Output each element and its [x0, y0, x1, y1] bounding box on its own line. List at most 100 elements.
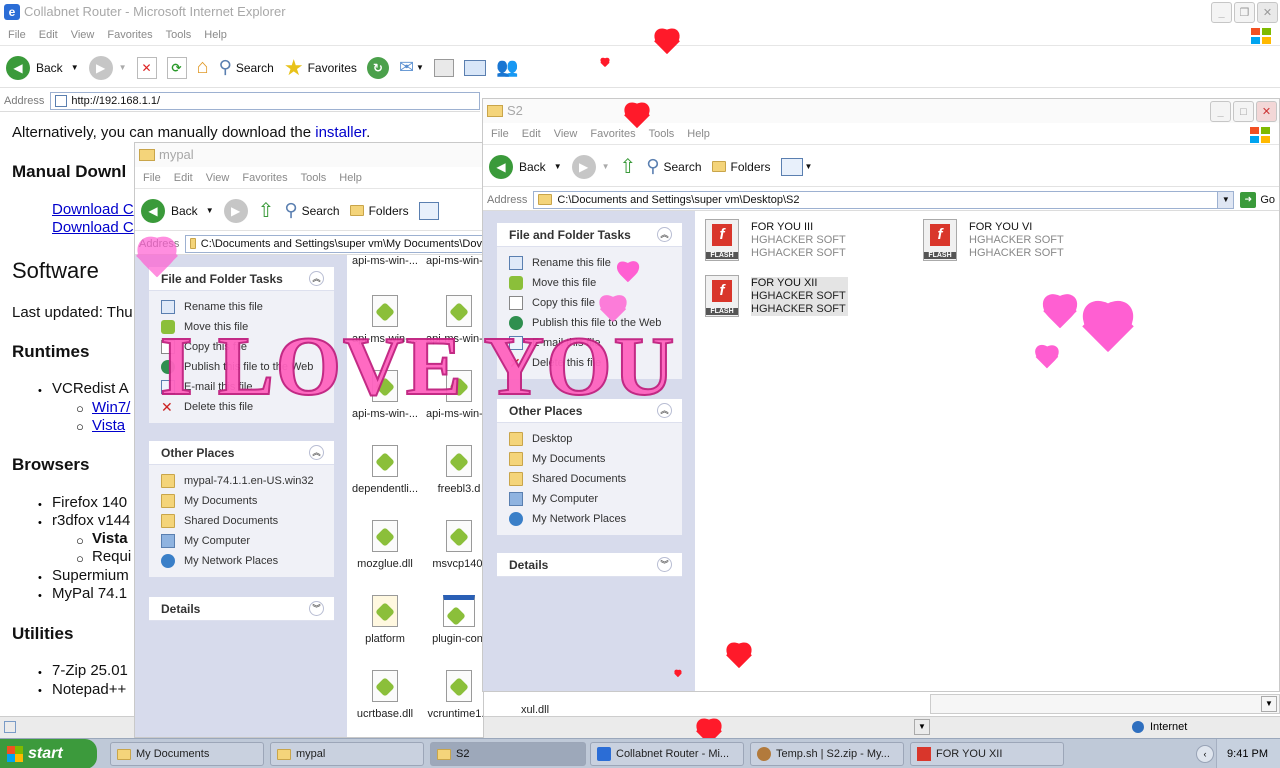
back-button[interactable]: ◀ Back ▼ — [141, 198, 214, 223]
file-item[interactable]: ucrtbase.dll — [347, 670, 423, 720]
task-rename[interactable]: Rename this file — [509, 253, 682, 273]
favorites-button[interactable]: ★ Favorites — [284, 55, 357, 81]
chevron-down-icon[interactable]: ▼ — [71, 63, 79, 72]
file-item[interactable]: mozglue.dll — [347, 520, 423, 570]
forward-button[interactable]: ▶ ▼ — [88, 55, 127, 80]
win7-link[interactable]: Win7/ — [92, 399, 130, 416]
file-item[interactable]: plugin-cont — [421, 595, 483, 645]
views-button[interactable] — [418, 201, 439, 220]
scroll-down-button[interactable]: ▼ — [1261, 696, 1277, 712]
maximize-button[interactable]: □ — [1233, 101, 1254, 122]
menu-help[interactable]: Help — [683, 128, 719, 140]
panel-header[interactable]: Details ︾ — [149, 597, 334, 621]
go-button[interactable]: ➜ Go — [1240, 191, 1275, 208]
taskbar-item-temp[interactable]: Temp.sh | S2.zip - My... — [750, 742, 904, 766]
minimize-button[interactable]: _ — [1210, 101, 1231, 122]
taskbar-item-for-you[interactable]: FOR YOU XII — [910, 742, 1064, 766]
home-button[interactable]: ⌂ — [197, 56, 209, 79]
file-item[interactable]: freebl3.d — [421, 445, 483, 495]
search-button[interactable]: ⚲ Search — [219, 57, 274, 78]
chevron-down-icon[interactable]: ▼ — [554, 162, 562, 171]
address-dropdown-button[interactable]: ▼ — [1217, 191, 1234, 208]
ie-scrollbar-h[interactable] — [930, 694, 1280, 714]
search-button[interactable]: ⚲ Search — [284, 200, 339, 221]
menu-edit[interactable]: Edit — [35, 29, 67, 41]
file-item[interactable]: platform — [347, 595, 423, 645]
close-button[interactable]: ✕ — [1256, 101, 1277, 122]
refresh-button[interactable]: ⟳ — [166, 56, 187, 79]
s2-titlebar[interactable]: S2 _ □ ✕ — [483, 99, 1279, 123]
place-my-documents[interactable]: My Documents — [509, 449, 682, 469]
menu-view[interactable]: View — [202, 172, 239, 184]
place-shared-documents[interactable]: Shared Documents — [509, 469, 682, 489]
taskbar-item-ie[interactable]: Collabnet Router - Mi... — [590, 742, 744, 766]
mail-button[interactable]: ✉ ▼ — [399, 57, 424, 78]
clock[interactable]: 9:41 PM — [1227, 748, 1268, 760]
download-link-2[interactable]: Download C — [52, 219, 134, 236]
folders-button[interactable]: Folders — [711, 160, 771, 174]
menu-help[interactable]: Help — [335, 172, 371, 184]
menu-view[interactable]: View — [67, 29, 104, 41]
panel-header[interactable]: Details ︾ — [497, 553, 682, 577]
forward-button[interactable]: ▶ ▼ — [571, 154, 610, 179]
file-item[interactable]: f FLASH FOR YOU III HGHACKER SOFT HGHACKER … — [705, 219, 905, 263]
forward-button[interactable]: ▶ — [223, 198, 248, 223]
ie-titlebar[interactable]: e Collabnet Router - Microsoft Internet … — [0, 0, 1280, 24]
start-button[interactable]: start — [0, 739, 97, 768]
tray-expand-button[interactable]: ‹ — [1196, 745, 1214, 763]
print-button[interactable] — [433, 58, 454, 77]
file-item[interactable]: api-ms-win-... — [347, 255, 423, 267]
collapse-icon[interactable]: ︽ — [657, 227, 672, 242]
menu-tools[interactable]: Tools — [297, 172, 336, 184]
mypal-titlebar[interactable]: mypal — [135, 143, 483, 167]
place-my-documents[interactable]: My Documents — [161, 491, 334, 511]
menu-view[interactable]: View — [550, 128, 587, 140]
menu-file[interactable]: File — [139, 172, 170, 184]
address-input[interactable]: C:\Documents and Settings\super vm\My Do… — [185, 234, 483, 253]
taskbar-item-s2[interactable]: S2 — [430, 742, 586, 766]
place-my-network[interactable]: My Network Places — [161, 551, 334, 571]
collapse-icon[interactable]: ︽ — [309, 445, 324, 460]
place-desktop[interactable]: Desktop — [509, 429, 682, 449]
stop-button[interactable]: ✕ — [136, 56, 157, 79]
close-button[interactable]: ✕ — [1257, 2, 1278, 23]
file-item[interactable]: dependentli... — [347, 445, 423, 495]
messenger-button[interactable]: 👥 — [496, 57, 518, 78]
menu-tools[interactable]: Tools — [162, 29, 201, 41]
file-item[interactable]: xul.dll — [497, 704, 573, 716]
file-item-selected[interactable]: f FLASH FOR YOU XII HGHACKER SOFT HGHACKER … — [705, 275, 905, 319]
menu-file[interactable]: File — [4, 29, 35, 41]
file-item[interactable]: api-ms-win-... — [421, 255, 483, 267]
menu-edit[interactable]: Edit — [170, 172, 202, 184]
place-my-network[interactable]: My Network Places — [509, 509, 682, 529]
task-move[interactable]: Move this file — [509, 273, 682, 293]
file-item[interactable]: f FLASH FOR YOU VI HGHACKER SOFT HGHACKER S… — [923, 219, 1123, 263]
place-shared-documents[interactable]: Shared Documents — [161, 511, 334, 531]
vista-link[interactable]: Vista — [92, 417, 125, 434]
collapse-icon[interactable]: ︽ — [309, 271, 324, 286]
place-my-computer[interactable]: My Computer — [161, 531, 334, 551]
scroll-down-button[interactable]: ▼ — [914, 719, 930, 735]
expand-icon[interactable]: ︾ — [657, 557, 672, 572]
installer-link[interactable]: installer — [315, 124, 366, 141]
file-item[interactable]: msvcp140. — [421, 520, 483, 570]
up-folder-button[interactable]: ⇧ — [258, 198, 275, 223]
taskbar-item-mypal[interactable]: mypal — [270, 742, 424, 766]
menu-favorites[interactable]: Favorites — [103, 29, 161, 41]
expand-icon[interactable]: ︾ — [309, 601, 324, 616]
up-folder-button[interactable]: ⇧ — [620, 154, 637, 179]
menu-edit[interactable]: Edit — [518, 128, 550, 140]
back-button[interactable]: ◀ Back ▼ — [6, 55, 79, 80]
chevron-down-icon[interactable]: ▼ — [206, 206, 214, 215]
task-copy[interactable]: Copy this file — [509, 293, 682, 313]
restore-button[interactable]: ❐ — [1234, 2, 1255, 23]
task-rename[interactable]: Rename this file — [161, 297, 334, 317]
search-button[interactable]: ⚲ Search — [646, 156, 701, 177]
menu-help[interactable]: Help — [200, 29, 236, 41]
file-item[interactable]: vcruntime1... — [421, 670, 483, 720]
download-link-1[interactable]: Download C — [52, 201, 134, 218]
place-my-computer[interactable]: My Computer — [509, 489, 682, 509]
menu-file[interactable]: File — [487, 128, 518, 140]
panel-header[interactable]: Other Places ︽ — [149, 441, 334, 465]
folders-button[interactable]: Folders — [349, 204, 409, 218]
